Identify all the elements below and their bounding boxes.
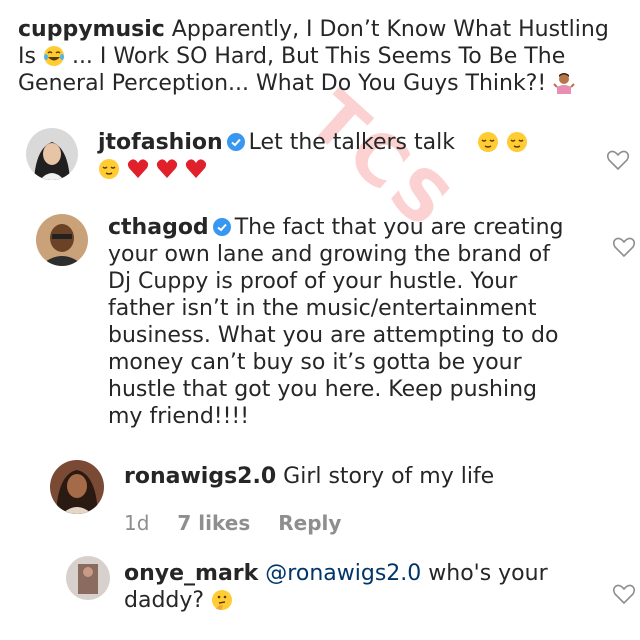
relieved-face-icon <box>477 132 498 152</box>
comment-meta: 1d 7 likes Reply <box>124 511 369 535</box>
avatar-ronawigs[interactable] <box>50 460 104 514</box>
post-caption: cuppymusic Apparently, I Don’t Know What… <box>18 16 628 97</box>
caption-text-2: ... I Work SO Hard, But This Seems To Be… <box>18 44 566 96</box>
comment-text: The fact that you are creating your own … <box>108 215 564 429</box>
person-shrugging-emoji-icon <box>553 73 575 94</box>
comment-text: Let the talkers talk <box>248 130 455 155</box>
verified-badge-icon <box>226 133 245 151</box>
red-heart-icon <box>185 159 207 178</box>
reply-button[interactable]: Reply <box>278 511 341 535</box>
tears-of-joy-emoji-icon <box>43 46 64 66</box>
avatar-jtofashion[interactable] <box>26 128 78 180</box>
comment-mention[interactable]: @ronawigs2.0 <box>265 561 421 586</box>
comment-username[interactable]: jtofashion <box>98 130 223 155</box>
comment-ronawigs: ronawigs2.0 Girl story of my life <box>124 463 594 490</box>
comment-onye-mark: onye_mark @ronawigs2.0 who's your daddy? <box>124 560 574 614</box>
comment-likes[interactable]: 7 likes <box>177 511 250 535</box>
avatar-onye-mark[interactable] <box>66 556 110 600</box>
avatar-cthagod[interactable] <box>36 214 88 266</box>
verified-badge-icon <box>212 218 231 236</box>
comment-username[interactable]: onye_mark <box>124 561 258 586</box>
thinking-face-icon <box>212 590 233 610</box>
like-heart-icon[interactable] <box>612 236 636 258</box>
like-heart-icon[interactable] <box>612 583 636 605</box>
relieved-face-icon <box>99 159 119 179</box>
comment-username[interactable]: ronawigs2.0 <box>124 464 276 489</box>
red-heart-icon <box>156 159 178 178</box>
comment-username[interactable]: cthagod <box>108 215 209 240</box>
comment-jtofashion: jtofashion Let the talkers talk <box>98 129 568 183</box>
caption-username[interactable]: cuppymusic <box>18 17 165 42</box>
comment-time: 1d <box>124 511 150 535</box>
like-heart-icon[interactable] <box>606 149 630 171</box>
red-heart-icon <box>127 159 149 178</box>
comment-text: Girl story of my life <box>283 464 495 489</box>
comment-cthagod: cthagod The fact that you are creating yo… <box>108 214 578 430</box>
relieved-face-icon <box>506 132 527 152</box>
